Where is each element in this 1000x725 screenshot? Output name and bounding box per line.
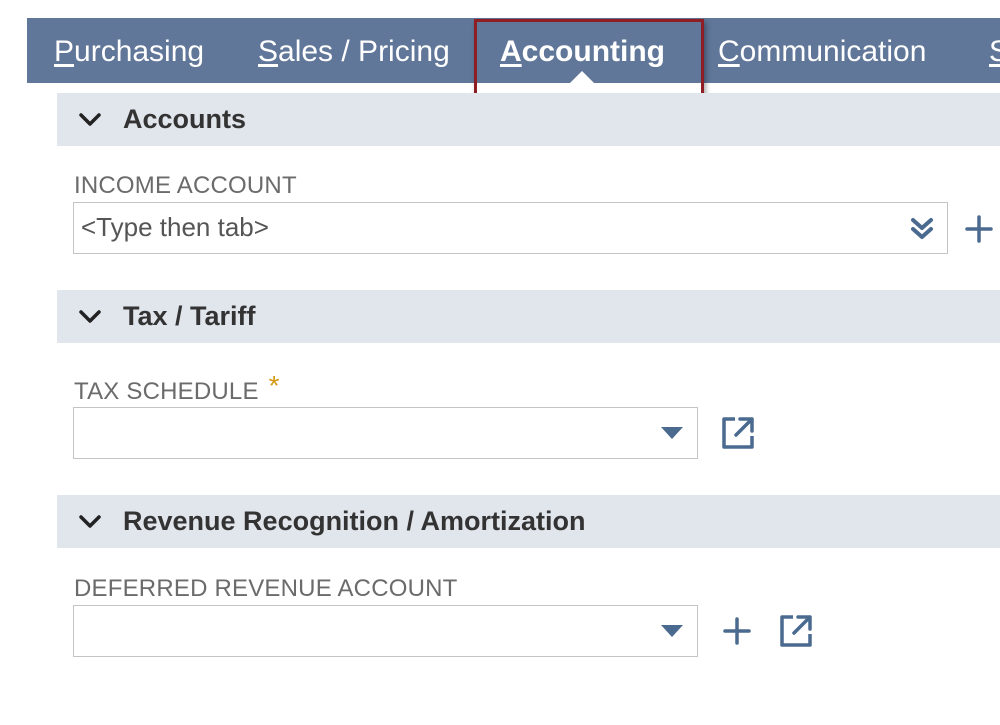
tab-next-accesskey: S <box>989 35 1000 68</box>
plus-icon[interactable] <box>964 214 994 249</box>
plus-icon[interactable] <box>722 616 752 651</box>
caret-down-icon[interactable] <box>660 425 684 446</box>
tab-communication[interactable]: Communication <box>718 18 926 83</box>
section-title: Tax / Tariff <box>123 301 256 331</box>
tab-sales-pricing[interactable]: Sales / Pricing <box>258 18 450 83</box>
chevron-down-icon <box>57 309 123 325</box>
subtab-bar: Purchasing Sales / Pricing Accounting Co… <box>27 18 1000 83</box>
deferred-revenue-account-select[interactable] <box>73 605 698 657</box>
section-title: Revenue Recognition / Amortization <box>123 506 586 536</box>
tax-schedule-label-text: TAX SCHEDULE <box>74 378 259 405</box>
tab-communication-label: ommunication <box>739 35 927 68</box>
double-chevron-down-icon[interactable] <box>908 215 936 248</box>
tab-sales-pricing-label: ales / Pricing <box>278 35 450 68</box>
income-account-label: INCOME ACCOUNT <box>74 172 297 199</box>
section-header-tax-tariff[interactable]: Tax / Tariff <box>57 290 1000 343</box>
deferred-revenue-account-label: DEFERRED REVENUE ACCOUNT <box>74 575 458 602</box>
external-link-icon[interactable] <box>720 415 756 456</box>
tab-communication-accesskey: C <box>718 35 740 68</box>
active-tab-pointer <box>569 71 595 84</box>
required-marker: * <box>268 370 280 401</box>
tab-next-partial[interactable]: S <box>989 18 1000 83</box>
tab-purchasing-label: urchasing <box>74 35 205 68</box>
section-header-revenue-recognition[interactable]: Revenue Recognition / Amortization <box>57 495 1000 548</box>
caret-down-icon[interactable] <box>660 623 684 644</box>
income-account-field[interactable] <box>73 202 948 254</box>
chevron-down-icon <box>57 112 123 128</box>
tab-accounting-label: ccounting <box>521 35 665 68</box>
chevron-down-icon <box>57 514 123 530</box>
income-account-input[interactable] <box>81 212 881 243</box>
tax-schedule-select[interactable] <box>73 407 698 459</box>
tax-schedule-label: TAX SCHEDULE * <box>74 370 280 406</box>
tab-accounting-accesskey: A <box>500 35 522 68</box>
tab-sales-pricing-accesskey: S <box>258 35 279 68</box>
section-title: Accounts <box>123 104 247 134</box>
external-link-icon[interactable] <box>778 613 814 654</box>
tab-purchasing[interactable]: Purchasing <box>54 18 204 83</box>
section-header-accounts[interactable]: Accounts <box>57 93 1000 146</box>
tab-purchasing-accesskey: P <box>54 35 75 68</box>
